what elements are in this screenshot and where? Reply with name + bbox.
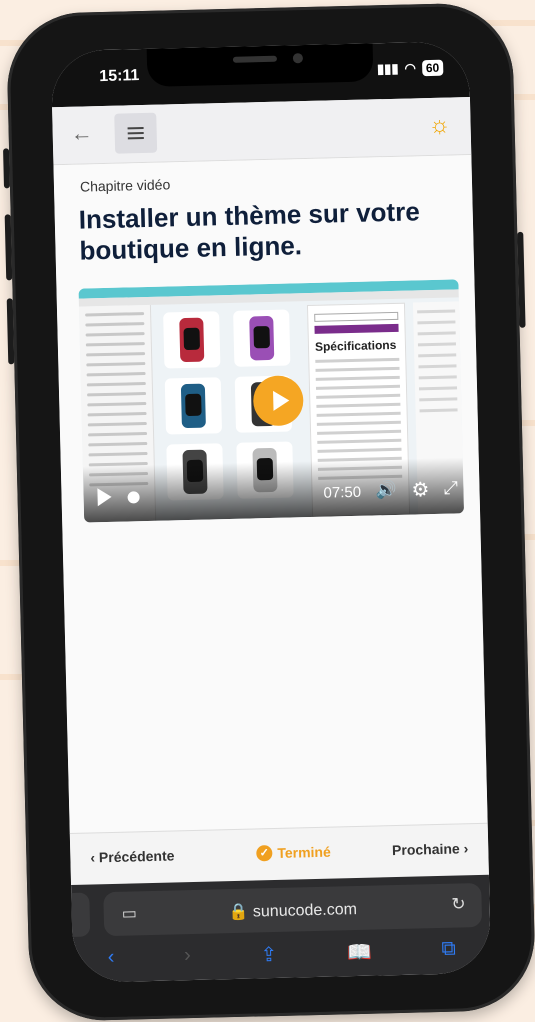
tabs-icon[interactable]: ⧉	[441, 938, 456, 963]
hamburger-icon	[127, 131, 144, 135]
battery-indicator: 60	[421, 59, 444, 77]
signal-icon: ▮▮▮	[376, 60, 399, 77]
browser-bar: ▭ 🔒 sunucode.com ↻ ‹ › ⇪ 📖 ⧉	[63, 874, 492, 983]
reload-icon[interactable]: ↻	[451, 894, 466, 914]
fullscreen-icon[interactable]: ⤢	[443, 477, 458, 498]
volume-icon[interactable]: 🔊	[375, 480, 397, 501]
app-toolbar: ← ☼	[52, 97, 472, 166]
browser-forward-icon[interactable]: ›	[184, 944, 191, 969]
status-icons: ▮▮▮ ◠ 60	[376, 59, 444, 78]
browser-toolbar: ‹ › ⇪ 📖 ⧉	[73, 937, 491, 972]
lesson-title: Installer un thème sur votre boutique en…	[78, 196, 421, 266]
lesson-content: Chapitre vidéo Installer un thème sur vo…	[53, 154, 488, 834]
phone-screen: 15:11 ▮▮▮ ◠ 60 ← ☼ Chapitre vidéo Instal…	[50, 41, 492, 983]
done-label: Terminé	[277, 843, 331, 861]
video-controls: 07:50 🔊 ⚙ ⤢	[82, 457, 465, 523]
status-bar: 15:11 ▮▮▮ ◠ 60	[50, 41, 470, 108]
status-time: 15:11	[99, 67, 140, 86]
chapter-label: Chapitre vidéo	[79, 176, 171, 195]
previous-tab-preview[interactable]	[63, 892, 91, 938]
previous-button[interactable]: ‹ Précédente	[90, 847, 174, 865]
next-button[interactable]: Prochaine ›	[392, 840, 469, 858]
bookmarks-icon[interactable]: 📖	[347, 940, 373, 966]
browser-back-icon[interactable]: ‹	[107, 946, 114, 971]
check-icon: ✓	[256, 845, 273, 862]
progress-knob[interactable]	[127, 491, 140, 504]
phone-frame: 15:11 ▮▮▮ ◠ 60 ← ☼ Chapitre vidéo Instal…	[3, 1, 535, 1022]
theme-toggle-sun-icon[interactable]: ☼	[428, 112, 451, 141]
menu-button[interactable]	[114, 112, 158, 154]
video-player[interactable]: Spécifications 07:50 🔊 ⚙ ⤢	[78, 279, 465, 523]
address-bar[interactable]: ▭ 🔒 sunucode.com ↻	[103, 882, 483, 937]
url-text: 🔒 sunucode.com	[228, 901, 358, 922]
wifi-icon: ◠	[404, 60, 417, 76]
share-icon[interactable]: ⇪	[260, 942, 277, 967]
done-button[interactable]: ✓ Terminé	[256, 844, 331, 862]
play-icon[interactable]	[97, 487, 112, 507]
settings-gear-icon[interactable]: ⚙	[411, 477, 430, 502]
back-arrow-icon[interactable]: ←	[70, 120, 93, 147]
video-duration: 07:50	[323, 483, 362, 502]
video-spec-heading: Spécifications	[314, 337, 397, 354]
notch	[146, 43, 374, 87]
